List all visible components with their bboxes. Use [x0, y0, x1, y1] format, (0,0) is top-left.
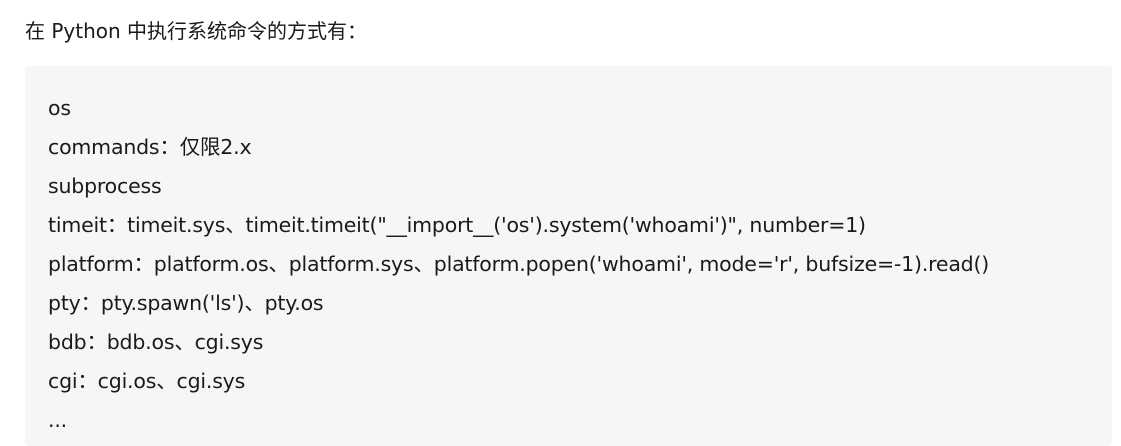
intro-text: 在 Python 中执行系统命令的方式有：	[25, 19, 368, 43]
list-item: commands：仅限2.x	[48, 135, 252, 159]
list-item: pty：pty.spawn('ls')、pty.os	[48, 291, 324, 315]
list-item: platform：platform.os、platform.sys、platfo…	[48, 252, 990, 276]
method-list: os commands：仅限2.x subprocess timeit：time…	[48, 89, 989, 440]
list-item: ...	[48, 408, 67, 432]
list-item: subprocess	[48, 174, 162, 198]
list-item: bdb：bdb.os、cgi.sys	[48, 330, 264, 354]
list-item: os	[48, 96, 71, 120]
code-block: os commands：仅限2.x subprocess timeit：time…	[25, 66, 1112, 446]
list-item: cgi：cgi.os、cgi.sys	[48, 369, 246, 393]
list-item: timeit：timeit.sys、timeit.timeit("__impor…	[48, 213, 866, 237]
